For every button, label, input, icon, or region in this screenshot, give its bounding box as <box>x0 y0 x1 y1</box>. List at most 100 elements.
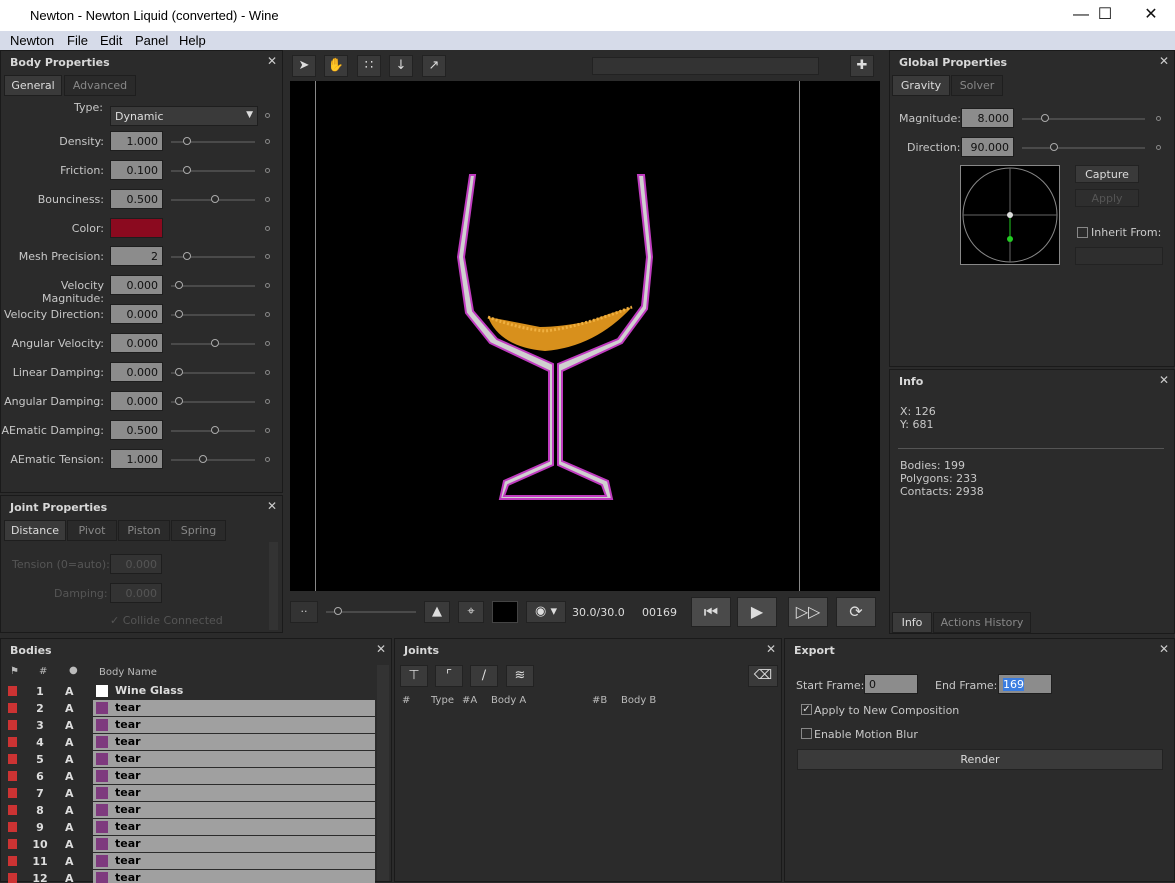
list-item[interactable]: 2 A tear <box>1 700 391 717</box>
scrollbar[interactable] <box>377 665 389 881</box>
apply-button[interactable]: Apply <box>1075 189 1139 207</box>
canvas[interactable] <box>290 81 880 591</box>
scrollbar[interactable] <box>269 542 278 630</box>
property-slider[interactable] <box>171 285 255 287</box>
list-item[interactable]: 8 A tear <box>1 802 391 819</box>
tab-info[interactable]: Info <box>892 612 932 633</box>
list-item[interactable]: 6 A tear <box>1 768 391 785</box>
loop-icon[interactable]: ⟳ <box>836 597 876 627</box>
distance-joint-icon[interactable]: ⊤ <box>400 665 428 687</box>
tab-pivot[interactable]: Pivot <box>67 520 117 541</box>
list-item[interactable]: 1 A Wine Glass <box>1 683 391 700</box>
direction-slider-knob[interactable] <box>1050 143 1058 151</box>
property-slider-knob[interactable] <box>175 368 183 376</box>
viewport-search-bar[interactable] <box>592 57 819 75</box>
property-slider-knob[interactable] <box>175 310 183 318</box>
property-field[interactable]: 1.000 <box>110 131 163 151</box>
property-field[interactable]: 0.500 <box>110 189 163 209</box>
piston-joint-icon[interactable]: ∕ <box>470 665 498 687</box>
step-forward-icon[interactable]: ▷▷ <box>788 597 828 627</box>
tab-distance[interactable]: Distance <box>4 520 66 541</box>
grid-icon[interactable]: ∷ <box>357 55 381 77</box>
menu-panel[interactable]: Panel <box>135 33 168 48</box>
keyframe-icon[interactable] <box>265 428 270 433</box>
add-icon[interactable]: ✚ <box>850 55 874 77</box>
spring-joint-icon[interactable]: ≋ <box>506 665 534 687</box>
keyframe-icon[interactable] <box>265 399 270 404</box>
keyframe-icon[interactable] <box>265 283 270 288</box>
list-item[interactable]: 3 A tear <box>1 717 391 734</box>
inherit-select[interactable] <box>1075 247 1163 265</box>
export-icon[interactable]: ↗ <box>422 55 446 77</box>
timeline-menu-button[interactable]: .. <box>290 601 318 623</box>
timeline-slider-knob[interactable] <box>334 607 342 615</box>
tab-gravity[interactable]: Gravity <box>892 75 950 96</box>
close-icon[interactable]: ✕ <box>766 642 776 656</box>
property-slider-knob[interactable] <box>211 426 219 434</box>
skip-to-start-icon[interactable]: ⏮ <box>691 597 731 627</box>
gravity-down-icon[interactable]: ↓ <box>389 55 413 77</box>
menu-edit[interactable]: Edit <box>100 33 122 48</box>
color-swatch[interactable] <box>110 218 163 238</box>
property-field[interactable]: 2 <box>110 246 163 266</box>
arrow-tool-icon[interactable]: ➤ <box>292 55 316 77</box>
mountain-icon[interactable]: ▲ <box>424 601 450 623</box>
close-icon[interactable]: ✕ <box>1159 642 1169 656</box>
property-field[interactable]: 0.000 <box>110 275 163 295</box>
maximize-icon[interactable]: ☐ <box>1082 4 1128 28</box>
list-item[interactable]: 11 A tear <box>1 853 391 870</box>
close-icon[interactable]: ✕ <box>1159 373 1169 387</box>
tab-spring[interactable]: Spring <box>171 520 226 541</box>
pivot-joint-icon[interactable]: ⌜ <box>435 665 463 687</box>
keyframe-icon[interactable] <box>265 312 270 317</box>
keyframe-icon[interactable] <box>265 370 270 375</box>
zoom-fit-icon[interactable]: ⌖ <box>458 601 484 623</box>
magnitude-slider-knob[interactable] <box>1041 114 1049 122</box>
background-color-swatch[interactable] <box>492 601 518 623</box>
property-slider[interactable] <box>171 459 255 461</box>
collide-checkbox[interactable]: ✓ Collide Connected <box>110 614 223 627</box>
list-item[interactable]: 10 A tear <box>1 836 391 853</box>
property-field[interactable]: 0.000 <box>110 304 163 324</box>
menu-newton[interactable]: Newton <box>10 33 54 48</box>
close-icon[interactable]: ✕ <box>1159 54 1169 68</box>
inherit-checkbox[interactable] <box>1077 227 1088 238</box>
keyframe-icon[interactable] <box>265 457 270 462</box>
tab-general[interactable]: General <box>4 75 62 96</box>
keyframe-icon[interactable] <box>265 168 270 173</box>
keyframe-icon[interactable] <box>265 254 270 259</box>
render-button[interactable]: Render <box>797 749 1163 770</box>
property-slider-knob[interactable] <box>199 455 207 463</box>
capture-button[interactable]: Capture <box>1075 165 1139 183</box>
property-slider[interactable] <box>171 372 255 374</box>
close-icon[interactable]: ✕ <box>267 54 277 68</box>
list-item[interactable]: 12 A tear <box>1 870 391 883</box>
start-frame-input[interactable]: 0 <box>864 674 918 694</box>
gravity-direction-dial[interactable] <box>960 165 1060 265</box>
property-slider-knob[interactable] <box>183 166 191 174</box>
keyframe-icon[interactable] <box>1156 116 1161 121</box>
apply-composition-checkbox[interactable]: ✓ <box>801 704 812 715</box>
property-slider-knob[interactable] <box>211 339 219 347</box>
property-field[interactable]: 0.000 <box>110 333 163 353</box>
keyframe-icon[interactable] <box>265 113 270 118</box>
property-slider-knob[interactable] <box>183 252 191 260</box>
list-item[interactable]: 5 A tear <box>1 751 391 768</box>
tension-field[interactable]: 0.000 <box>110 554 162 574</box>
property-slider-knob[interactable] <box>175 397 183 405</box>
keyframe-icon[interactable] <box>265 341 270 346</box>
play-icon[interactable]: ▶ <box>737 597 777 627</box>
tab-actions-history[interactable]: Actions History <box>933 612 1031 633</box>
keyframe-icon[interactable] <box>265 197 270 202</box>
property-field[interactable]: 0.100 <box>110 160 163 180</box>
list-item[interactable]: 9 A tear <box>1 819 391 836</box>
menu-help[interactable]: Help <box>179 33 206 48</box>
end-frame-input[interactable]: 169 <box>998 674 1052 694</box>
menu-file[interactable]: File <box>67 33 88 48</box>
direction-slider[interactable] <box>1022 147 1145 149</box>
property-field[interactable]: 0.000 <box>110 362 163 382</box>
tab-advanced[interactable]: Advanced <box>64 75 136 96</box>
keyframe-icon[interactable] <box>265 139 270 144</box>
keyframe-icon[interactable] <box>265 226 270 231</box>
direction-field[interactable]: 90.000 <box>961 137 1014 157</box>
